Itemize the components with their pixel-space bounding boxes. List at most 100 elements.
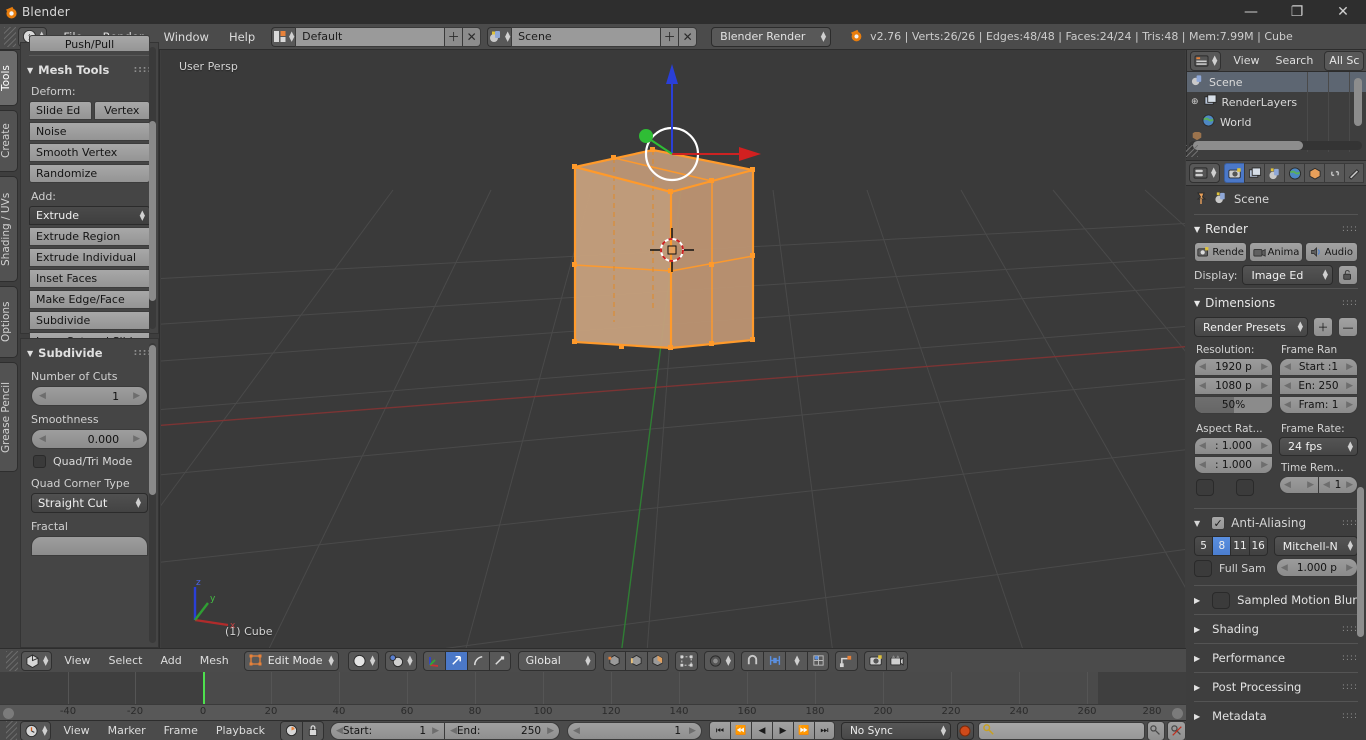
tool-panel-scrollbar[interactable] — [149, 121, 156, 301]
viewport-canvas[interactable] — [161, 50, 1185, 648]
timeline-menu-playback[interactable]: Playback — [207, 722, 274, 739]
display-dropdown[interactable]: Image Ed ▲ ▼ — [1242, 265, 1333, 285]
decrement-icon[interactable]: ◀ — [1199, 460, 1206, 470]
auto-key-icon[interactable] — [280, 720, 302, 740]
timeline-header-grip[interactable] — [6, 720, 18, 740]
frame-rate-dropdown[interactable]: 24 fps ▲ ▼ — [1279, 437, 1358, 456]
aspect-y-field[interactable]: ◀ : 1.000 ▶ — [1194, 456, 1273, 474]
outliner-menu-search[interactable]: Search — [1269, 52, 1321, 69]
randomize-button[interactable]: Randomize — [29, 164, 150, 183]
outliner-row-world[interactable]: World — [1187, 112, 1366, 132]
increment-icon[interactable]: ▶ — [1346, 400, 1353, 410]
display-lock-icon[interactable] — [1338, 265, 1358, 285]
resolution-y-field[interactable]: ◀ 1080 p ▶ — [1194, 377, 1273, 395]
render-image-icon[interactable] — [864, 650, 887, 671]
area-corner-grip[interactable] — [1186, 145, 1198, 157]
timeline-editor-spinner[interactable]: ▲ ▼ — [42, 724, 47, 736]
proportional-edit-selector[interactable]: ▲ ▼ — [703, 650, 736, 671]
vertex-select-icon[interactable] — [602, 650, 625, 671]
samples-option-5[interactable]: 5 — [1194, 536, 1213, 556]
timeline-scroll-right-handle[interactable] — [1172, 708, 1183, 719]
viewport-editor-spinner[interactable]: ▲ ▼ — [43, 654, 48, 666]
decrement-icon[interactable]: ◀ — [1284, 362, 1291, 372]
samples-option-8[interactable]: 8 — [1212, 536, 1231, 556]
timeline-menu-marker[interactable]: Marker — [99, 722, 155, 739]
outliner-editor-type-selector[interactable]: ▲ ▼ — [1190, 50, 1222, 71]
properties-editor-type-selector[interactable]: ▲ ▼ — [1189, 163, 1221, 183]
outliner-editor-spinner[interactable]: ▲ ▼ — [1212, 54, 1217, 66]
screen-layout-add-button[interactable]: ＋ — [445, 26, 464, 47]
crop-checkbox[interactable] — [1236, 479, 1254, 496]
timeline-playhead[interactable] — [203, 672, 205, 704]
push-pull-button[interactable]: Push/Pull — [29, 35, 150, 51]
subdivide-button[interactable]: Subdivide — [29, 311, 150, 330]
expand-icon[interactable]: ⊕ — [1191, 97, 1199, 107]
manipulator-toggle-icon[interactable] — [422, 650, 445, 671]
decrement-icon[interactable]: ◀ — [39, 434, 46, 444]
increment-icon[interactable]: ▶ — [133, 434, 140, 444]
viewport-menu-mesh[interactable]: Mesh — [191, 652, 238, 669]
jump-to-end-icon[interactable]: ⏭ — [813, 721, 835, 740]
interaction-mode-selector[interactable]: Edit Mode ▲ ▼ — [243, 650, 339, 671]
play-icon[interactable]: ▶ — [771, 721, 793, 740]
timeline-ruler[interactable]: -40 -20 0 20 40 60 80 100 120 140 160 18… — [0, 704, 1186, 720]
play-reverse-icon[interactable]: ◀ — [750, 721, 772, 740]
increment-icon[interactable]: ▶ — [1261, 381, 1268, 391]
scene-spinner[interactable]: ▲ ▼ — [505, 30, 510, 42]
increment-icon[interactable]: ▶ — [1261, 362, 1268, 372]
extrude-dropdown[interactable]: Extrude ▲ ▼ — [29, 206, 150, 225]
sampled-motion-blur-checkbox[interactable] — [1212, 591, 1231, 609]
decrement-icon[interactable]: ◀ — [1199, 381, 1206, 391]
decrement-icon[interactable]: ◀ — [573, 726, 580, 736]
timeline-menu-frame[interactable]: Frame — [155, 722, 207, 739]
smoothness-field[interactable]: ◀ 0.000 ▶ — [31, 429, 148, 449]
screen-layout-icon[interactable]: ▲ ▼ — [271, 26, 296, 47]
pivot-spinner[interactable]: ▲ ▼ — [407, 654, 412, 666]
next-keyframe-icon[interactable]: ⏩ — [792, 721, 814, 740]
sidebar-tab-create[interactable]: Create — [0, 110, 18, 172]
scale-manipulator-icon[interactable] — [488, 650, 511, 671]
decrement-icon[interactable]: ◀ — [39, 391, 46, 401]
decrement-icon[interactable]: ◀ — [1199, 441, 1206, 451]
insert-keyframe-icon[interactable] — [1146, 720, 1166, 740]
border-checkbox[interactable] — [1196, 479, 1214, 496]
extrude-individual-button[interactable]: Extrude Individual — [29, 248, 150, 267]
snap-element-icon[interactable] — [807, 650, 830, 671]
full-sample-checkbox[interactable] — [1194, 559, 1212, 577]
inset-faces-button[interactable]: Inset Faces — [29, 269, 150, 288]
sidebar-tab-shading-uvs[interactable]: Shading / UVs — [0, 176, 18, 282]
time-remap-new-field[interactable]: ◀ 1 ▶ — [1319, 476, 1358, 494]
shading-spinner[interactable]: ▲ ▼ — [370, 654, 375, 666]
properties-tab-constraints[interactable] — [1324, 163, 1345, 183]
outliner-row-renderlayers[interactable]: ⊕ RenderLayers — [1187, 92, 1366, 112]
resolution-percentage-slider[interactable]: 50% — [1194, 396, 1273, 414]
quad-tri-mode-checkbox[interactable] — [33, 455, 46, 468]
viewport-shading-selector[interactable]: ▲ ▼ — [347, 650, 380, 671]
slide-vertex-button[interactable]: Vertex — [93, 101, 150, 120]
properties-tab-render[interactable] — [1224, 163, 1245, 183]
increment-icon[interactable]: ▶ — [1261, 441, 1268, 451]
properties-tab-modifiers[interactable] — [1344, 163, 1365, 183]
subdivide-scrollbar[interactable] — [149, 345, 156, 495]
add-preset-button[interactable]: ＋ — [1313, 317, 1333, 337]
translate-manipulator-icon[interactable] — [444, 650, 467, 671]
previous-keyframe-icon[interactable]: ⏪ — [729, 721, 751, 740]
close-button[interactable]: ✕ — [1320, 0, 1366, 24]
properties-scrollbar[interactable] — [1357, 487, 1364, 637]
decrement-icon[interactable]: ◀ — [1284, 381, 1291, 391]
render-panel-header[interactable]: ▼ Render :::: — [1186, 218, 1366, 240]
time-remap-old-field[interactable]: ◀ ▶ — [1279, 476, 1319, 494]
antialiasing-filter-dropdown[interactable]: Mitchell-N ▲ ▼ — [1273, 536, 1358, 556]
viewport-editor-type-selector[interactable]: ▲ ▼ — [21, 650, 53, 671]
snap-target-icon[interactable] — [763, 650, 786, 671]
pin-icon[interactable] — [1194, 191, 1208, 208]
header-grip[interactable] — [4, 26, 16, 47]
extrude-region-button[interactable]: Extrude Region — [29, 227, 150, 246]
increment-icon[interactable]: ▶ — [1346, 381, 1353, 391]
screen-layout-value[interactable]: Default — [295, 26, 446, 47]
dimensions-panel-header[interactable]: ▼ Dimensions :::: — [1186, 292, 1366, 314]
face-select-icon[interactable] — [646, 650, 669, 671]
render-image-button[interactable]: Rende — [1194, 242, 1248, 262]
antialiasing-checkbox[interactable]: ✓ — [1211, 516, 1226, 530]
frame-step-field[interactable]: ◀ Fram: 1 ▶ — [1279, 396, 1358, 414]
